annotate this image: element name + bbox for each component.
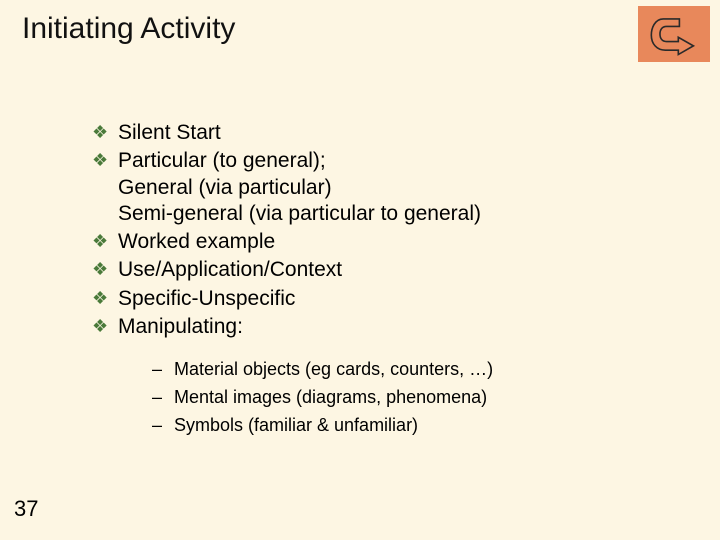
bullet-text: Worked example	[118, 229, 680, 255]
diamond-bullet-icon: ❖	[92, 229, 118, 253]
sub-list-item: – Mental images (diagrams, phenomena)	[152, 384, 680, 412]
sub-list-item: – Material objects (eg cards, counters, …	[152, 356, 680, 384]
slide-title: Initiating Activity	[22, 12, 235, 46]
u-turn-icon[interactable]	[638, 6, 710, 62]
bullet-text: Specific-Unspecific	[118, 286, 680, 312]
page-number: 37	[14, 496, 38, 522]
sub-item-text: Material objects (eg cards, counters, …)	[174, 356, 493, 384]
dash-bullet-icon: –	[152, 412, 174, 440]
bullet-text: Particular (to general); General (via pa…	[118, 148, 680, 227]
list-item: ❖ Specific-Unspecific	[92, 286, 680, 312]
diamond-bullet-icon: ❖	[92, 314, 118, 338]
content-area: ❖ Silent Start ❖ Particular (to general)…	[92, 120, 680, 440]
slide: Initiating Activity ❖ Silent Start ❖ Par…	[0, 0, 720, 540]
bullet-text: Manipulating:	[118, 314, 680, 340]
u-turn-glyph	[647, 12, 701, 56]
diamond-bullet-icon: ❖	[92, 257, 118, 281]
dash-bullet-icon: –	[152, 356, 174, 384]
bullet-text: Silent Start	[118, 120, 680, 146]
list-item: ❖ Use/Application/Context	[92, 257, 680, 283]
sub-list-item: – Symbols (familiar & unfamiliar)	[152, 412, 680, 440]
dash-bullet-icon: –	[152, 384, 174, 412]
bullet-text: Use/Application/Context	[118, 257, 680, 283]
sub-item-text: Mental images (diagrams, phenomena)	[174, 384, 487, 412]
diamond-bullet-icon: ❖	[92, 120, 118, 144]
sub-list: – Material objects (eg cards, counters, …	[152, 356, 680, 440]
diamond-bullet-icon: ❖	[92, 286, 118, 310]
list-item: ❖ Manipulating:	[92, 314, 680, 340]
list-item: ❖ Silent Start	[92, 120, 680, 146]
diamond-bullet-icon: ❖	[92, 148, 118, 172]
list-item: ❖ Particular (to general); General (via …	[92, 148, 680, 227]
list-item: ❖ Worked example	[92, 229, 680, 255]
sub-item-text: Symbols (familiar & unfamiliar)	[174, 412, 418, 440]
